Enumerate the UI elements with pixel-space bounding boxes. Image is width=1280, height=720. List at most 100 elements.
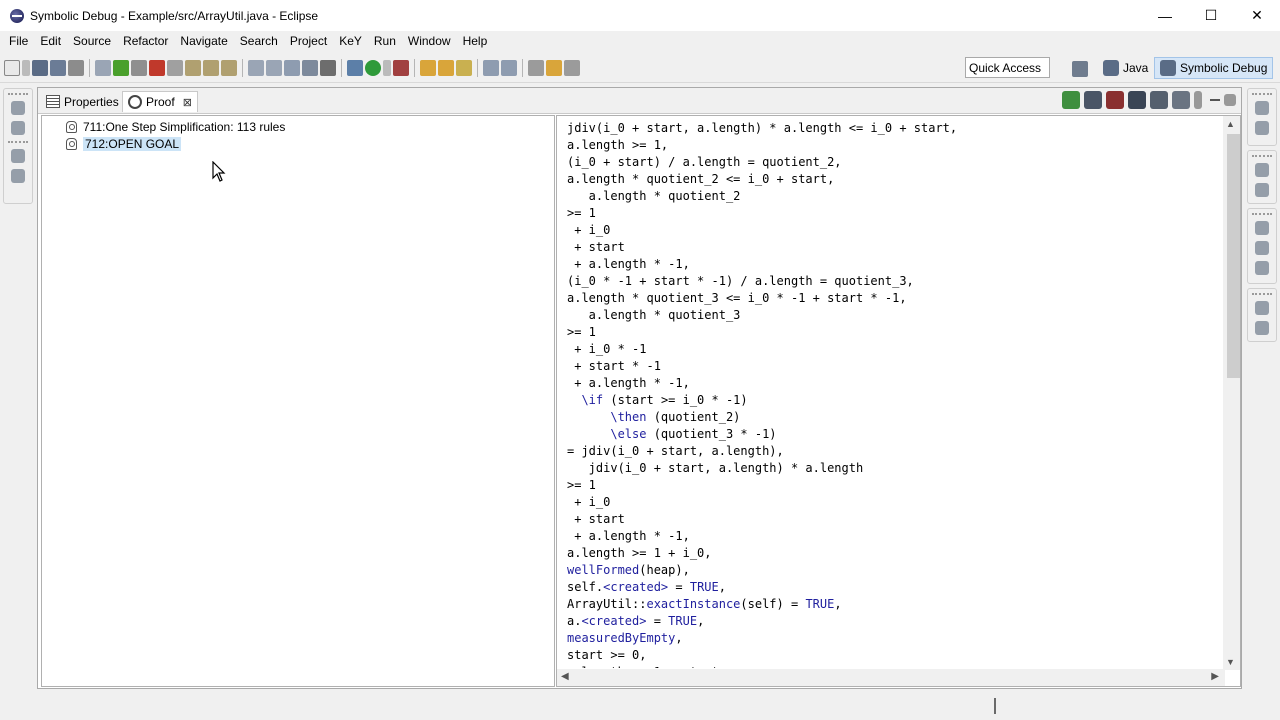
- sequent-line[interactable]: a.length >= 1 + start: [567, 664, 1217, 668]
- resume-icon[interactable]: [113, 60, 129, 76]
- run-dropdown-icon[interactable]: [383, 60, 391, 76]
- terminate-icon[interactable]: [149, 60, 165, 76]
- sequent-line[interactable]: jdiv(i_0 + start, a.length) * a.length: [567, 460, 1217, 477]
- filter-icon[interactable]: [1172, 91, 1190, 109]
- tab-properties[interactable]: Properties: [41, 91, 124, 112]
- open-type-icon[interactable]: [302, 60, 318, 76]
- step-into-icon[interactable]: [185, 60, 201, 76]
- trim-grip[interactable]: [1252, 155, 1272, 157]
- step-over-icon[interactable]: [203, 60, 219, 76]
- print-icon[interactable]: [68, 60, 84, 76]
- start-auto-mode-icon[interactable]: [1062, 91, 1080, 109]
- tab-proof[interactable]: Proof ⊠: [122, 91, 198, 112]
- sequent-line[interactable]: >= 1: [567, 477, 1217, 494]
- trim-grip[interactable]: [8, 141, 28, 143]
- step-return-icon[interactable]: [221, 60, 237, 76]
- sequent-line[interactable]: a.length * quotient_2 <= i_0 + start,: [567, 171, 1217, 188]
- sequent-line[interactable]: = jdiv(i_0 + start, a.length),: [567, 443, 1217, 460]
- sequent-line[interactable]: a.length * quotient_3: [567, 307, 1217, 324]
- sequent-line[interactable]: + a.length * -1,: [567, 375, 1217, 392]
- menu-navigate[interactable]: Navigate: [174, 34, 233, 48]
- menu-search[interactable]: Search: [234, 34, 284, 48]
- horizontal-scrollbar[interactable]: ◀ ▶: [557, 669, 1225, 686]
- open-console-icon[interactable]: [320, 60, 336, 76]
- menu-source[interactable]: Source: [67, 34, 117, 48]
- sequent-text[interactable]: jdiv(i_0 + start, a.length) * a.length <…: [567, 120, 1217, 668]
- sequent-view[interactable]: jdiv(i_0 + start, a.length) * a.length <…: [556, 115, 1241, 687]
- breakpoints-icon[interactable]: [1255, 261, 1269, 275]
- sequent-line[interactable]: a.length >= 1,: [567, 137, 1217, 154]
- minimize-button[interactable]: —: [1142, 0, 1188, 31]
- sequent-line[interactable]: measuredByEmpty,: [567, 630, 1217, 647]
- menu-key[interactable]: KeY: [333, 34, 368, 48]
- menu-project[interactable]: Project: [284, 34, 333, 48]
- skip-breakpoints-icon[interactable]: [95, 60, 111, 76]
- sequent-line[interactable]: + a.length * -1,: [567, 528, 1217, 545]
- sequent-line[interactable]: + i_0 * -1: [567, 341, 1217, 358]
- menu-help[interactable]: Help: [457, 34, 494, 48]
- trim-grip[interactable]: [1252, 93, 1272, 95]
- tree-node-selected[interactable]: 712:OPEN GOAL: [66, 135, 182, 152]
- disconnect-icon[interactable]: [167, 60, 183, 76]
- restore-icon[interactable]: [1255, 221, 1269, 235]
- scroll-right-icon[interactable]: ▶: [1211, 671, 1219, 682]
- open-perspective-icon[interactable]: [1072, 61, 1088, 77]
- sequent-line[interactable]: \then (quotient_2): [567, 409, 1217, 426]
- sequent-line[interactable]: jdiv(i_0 + start, a.length) * a.length <…: [567, 120, 1217, 137]
- sequent-line[interactable]: a.length * quotient_3 <= i_0 * -1 + star…: [567, 290, 1217, 307]
- suspend-icon[interactable]: [131, 60, 147, 76]
- variables-icon[interactable]: [1255, 241, 1269, 255]
- sequent-line[interactable]: wellFormed(heap),: [567, 562, 1217, 579]
- restore-icon[interactable]: [1255, 101, 1269, 115]
- new-icon[interactable]: [4, 60, 20, 76]
- back-icon[interactable]: [546, 60, 562, 76]
- tab-close-icon[interactable]: ⊠: [183, 96, 192, 109]
- vertical-scrollbar[interactable]: ▲ ▼: [1223, 116, 1240, 670]
- console-icon[interactable]: [1255, 321, 1269, 335]
- sequent-line[interactable]: + i_0: [567, 494, 1217, 511]
- external-tools-icon[interactable]: [393, 60, 409, 76]
- new-dropdown-icon[interactable]: [22, 60, 30, 76]
- run-icon[interactable]: [365, 60, 381, 76]
- menu-run[interactable]: Run: [368, 34, 402, 48]
- debug-view-icon[interactable]: [11, 121, 25, 135]
- save-all-icon[interactable]: [50, 60, 66, 76]
- sequent-line[interactable]: + a.length * -1,: [567, 256, 1217, 273]
- quick-access-field[interactable]: Quick Access: [965, 57, 1050, 78]
- sequent-line[interactable]: self.<created> = TRUE,: [567, 579, 1217, 596]
- stop-auto-mode-icon[interactable]: [1106, 91, 1124, 109]
- use-step-filters-icon[interactable]: [266, 60, 282, 76]
- sequent-line[interactable]: + start * -1: [567, 358, 1217, 375]
- sequent-line[interactable]: >= 1: [567, 205, 1217, 222]
- restore-icon[interactable]: [11, 149, 25, 163]
- trim-grip[interactable]: [1252, 293, 1272, 295]
- sequent-line[interactable]: + start: [567, 239, 1217, 256]
- close-button[interactable]: ✕: [1234, 0, 1280, 31]
- menu-file[interactable]: File: [3, 34, 34, 48]
- scroll-down-icon[interactable]: ▼: [1226, 657, 1235, 667]
- menu-edit[interactable]: Edit: [34, 34, 67, 48]
- annotation-next-icon[interactable]: [528, 60, 544, 76]
- goal-back-icon[interactable]: [1128, 91, 1146, 109]
- perspective-symbolic-debug[interactable]: Symbolic Debug: [1154, 57, 1274, 79]
- sequent-line[interactable]: >= 1: [567, 324, 1217, 341]
- sequent-line[interactable]: \if (start >= i_0 * -1): [567, 392, 1217, 409]
- restore-icon[interactable]: [11, 101, 25, 115]
- trim-grip[interactable]: [1252, 213, 1272, 215]
- perspective-java[interactable]: Java: [1098, 57, 1153, 79]
- sequent-line[interactable]: a.<created> = TRUE,: [567, 613, 1217, 630]
- restore-icon[interactable]: [1255, 301, 1269, 315]
- debug-icon[interactable]: [347, 60, 363, 76]
- prune-proof-icon[interactable]: [1084, 91, 1102, 109]
- layout-icon[interactable]: [284, 60, 300, 76]
- vertical-scroll-thumb[interactable]: [1227, 134, 1240, 378]
- menu-window[interactable]: Window: [402, 34, 457, 48]
- sequent-line[interactable]: ArrayUtil::exactInstance(self) = TRUE,: [567, 596, 1217, 613]
- minimize-view-icon[interactable]: [1210, 99, 1220, 101]
- show-node-info-icon[interactable]: [1150, 91, 1168, 109]
- sequent-line[interactable]: (i_0 * -1 + start * -1) / a.length = quo…: [567, 273, 1217, 290]
- new-class-icon[interactable]: [456, 60, 472, 76]
- sequent-line[interactable]: \else (quotient_3 * -1): [567, 426, 1217, 443]
- scroll-up-icon[interactable]: ▲: [1226, 119, 1235, 129]
- sequent-line[interactable]: (i_0 + start) / a.length = quotient_2,: [567, 154, 1217, 171]
